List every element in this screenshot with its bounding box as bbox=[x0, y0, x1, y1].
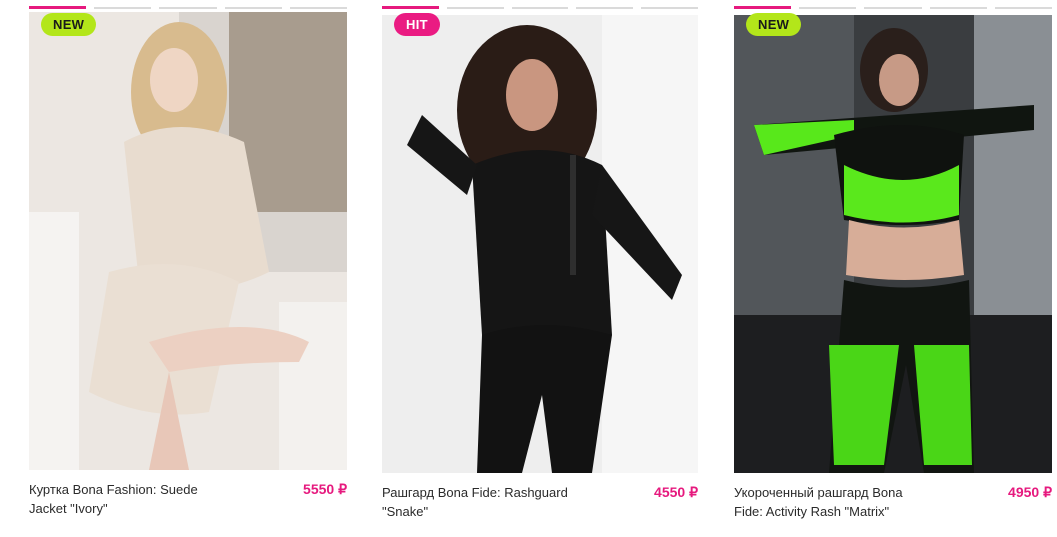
product-image[interactable] bbox=[29, 12, 347, 470]
slider-dot[interactable] bbox=[224, 7, 282, 9]
product-price: 5550 ₽ bbox=[303, 481, 347, 497]
slider-dot[interactable] bbox=[289, 7, 348, 9]
slider-dot[interactable] bbox=[929, 7, 987, 9]
slider-dot[interactable] bbox=[159, 7, 217, 9]
product-name[interactable]: Укороченный рашгард Bona Fide: Activity … bbox=[734, 483, 924, 521]
slider-dot[interactable] bbox=[641, 7, 698, 9]
slider-dot[interactable] bbox=[382, 6, 439, 9]
slider-dot[interactable] bbox=[29, 6, 87, 9]
product-name[interactable]: Куртка Bona Fashion: Suede Jacket "Ivory… bbox=[29, 480, 229, 518]
slider-dot[interactable] bbox=[576, 7, 634, 9]
hit-badge: HIT bbox=[394, 13, 440, 36]
slider-dot[interactable] bbox=[511, 7, 569, 9]
slider-dot[interactable] bbox=[864, 7, 922, 9]
image-slider-indicator bbox=[382, 6, 698, 9]
slider-dot[interactable] bbox=[799, 7, 857, 9]
product-price: 4550 ₽ bbox=[654, 484, 698, 500]
image-slider-indicator bbox=[29, 6, 348, 9]
new-badge: NEW bbox=[41, 13, 97, 36]
product-image[interactable] bbox=[382, 15, 698, 473]
slider-dot[interactable] bbox=[994, 7, 1053, 9]
product-name[interactable]: Рашгард Bona Fide: Rashguard "Snake" bbox=[382, 483, 582, 521]
slider-dot[interactable] bbox=[734, 6, 792, 9]
slider-dot[interactable] bbox=[446, 7, 504, 9]
slider-dot[interactable] bbox=[94, 7, 152, 9]
image-slider-indicator bbox=[734, 6, 1053, 9]
product-image[interactable] bbox=[734, 15, 1052, 473]
product-price: 4950 ₽ bbox=[1008, 484, 1052, 500]
new-badge: NEW bbox=[746, 13, 802, 36]
